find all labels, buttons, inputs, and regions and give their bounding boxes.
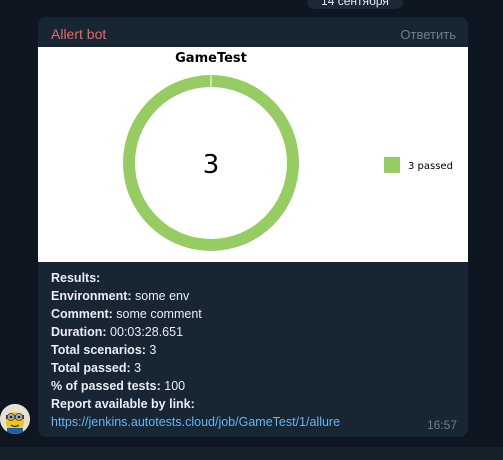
reply-button[interactable]: Ответить [400,27,456,42]
report-link-line: https://jenkins.autotests.cloud/job/Game… [51,413,456,431]
result-line-results: Results: [51,271,101,285]
chart-image[interactable]: GameTest 3 3 passed [38,47,468,262]
avatar-image [0,404,30,434]
result-line-report: Report available by link: [51,397,195,411]
result-line-total-scenarios: Total scenarios: 3 [51,343,157,357]
result-line-total-passed: Total passed: 3 [51,361,142,375]
legend-label: 3 passed [408,161,453,172]
chart-title: GameTest [175,51,247,66]
bottom-bar [0,447,503,460]
message-text: Results: Environment: some env Comment: … [51,269,456,431]
chart-legend: 3 passed [384,157,453,173]
message-bubble[interactable]: Allert bot Ответить GameTest 3 3 passed … [38,17,468,437]
result-line-percent-passed: % of passed tests: 100 [51,379,186,393]
message-time: 16:57 [426,418,457,432]
bot-avatar[interactable] [0,404,30,434]
sender-name[interactable]: Allert bot [51,26,106,42]
date-badge: 14 сентября [307,0,403,9]
result-line-environment: Environment: some env [51,289,190,303]
chart-svg: GameTest 3 3 passed [123,51,453,251]
chart-center-label: 3 [203,150,220,180]
chat-view: 14 сентября Allert bot Ответить GameTest… [0,0,503,460]
result-line-comment: Comment: some comment [51,307,202,321]
legend-swatch [384,157,400,173]
result-line-duration: Duration: 00:03:28.651 [51,325,184,339]
message-header: Allert bot Ответить [38,17,468,47]
report-link[interactable]: https://jenkins.autotests.cloud/job/Game… [51,415,340,429]
